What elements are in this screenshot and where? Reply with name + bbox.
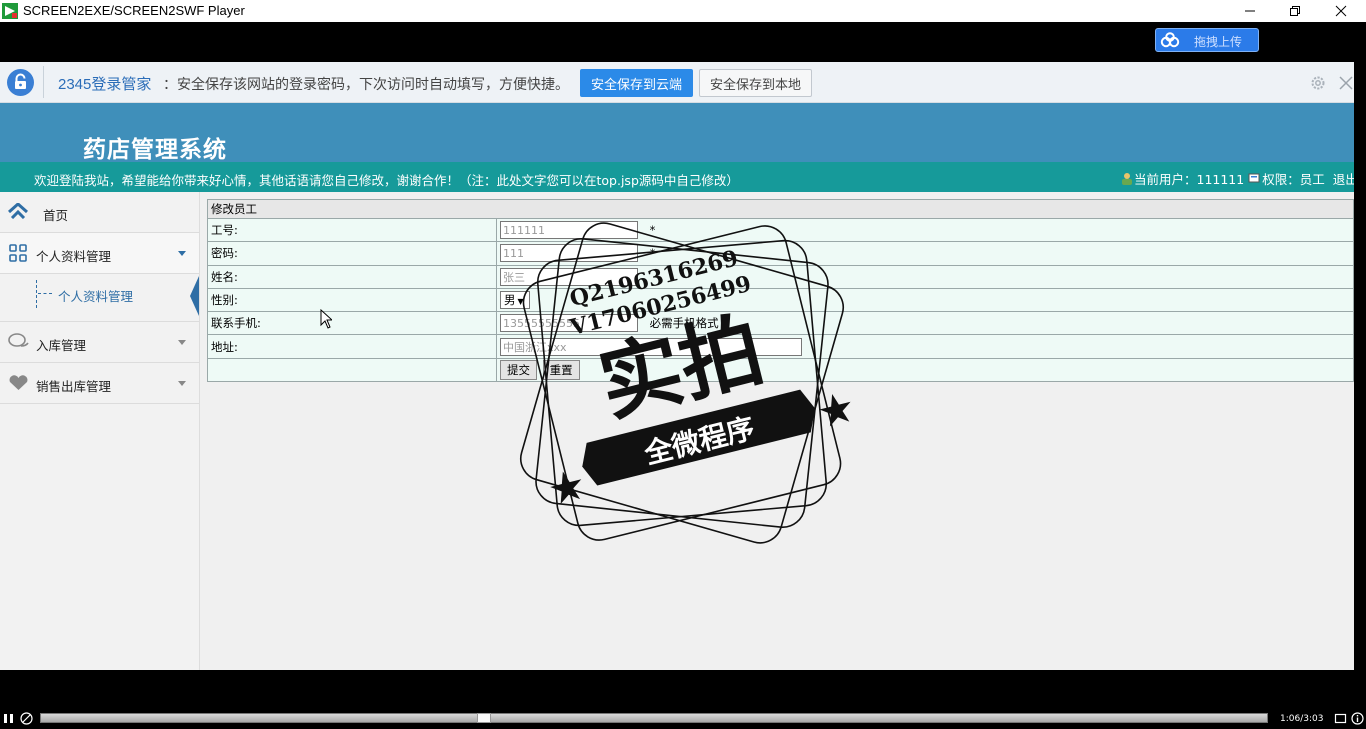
- password-manager-brand: 2345登录管家: [58, 76, 152, 93]
- restore-button[interactable]: [1272, 0, 1318, 22]
- chevron-down-icon: ▼: [517, 297, 524, 307]
- sidebar-subitem-personal[interactable]: 个人资料管理: [0, 274, 199, 322]
- close-icon[interactable]: [1338, 75, 1354, 91]
- sidebar-subitem-label: 个人资料管理: [58, 289, 134, 304]
- empty-cell: [207, 357, 497, 383]
- user-info: 当前用户：111111 权限：员工 退出: [1120, 169, 1358, 188]
- permission: 权限：员工: [1262, 172, 1325, 187]
- app-icon: [2, 3, 18, 19]
- caret-down-icon: [178, 340, 186, 345]
- edit-employee-form: 修改员工 工号: * 密码: * 姓名: 性别: 男▼ 联系手机: 必需手机格式: [207, 199, 1354, 383]
- lock-icon: [7, 69, 34, 96]
- active-arrow-icon: [190, 276, 199, 316]
- address-input[interactable]: [500, 337, 802, 356]
- label-id: 工号:: [207, 217, 497, 243]
- sidebar-item-label: 入库管理: [36, 338, 87, 353]
- save-to-local-button[interactable]: 安全保存到本地: [699, 69, 812, 97]
- player-top-band: [0, 22, 1354, 62]
- caret-down-icon: [178, 251, 186, 256]
- info-icon[interactable]: [1351, 712, 1364, 725]
- divider: [43, 66, 44, 98]
- caret-down-icon: [178, 381, 186, 386]
- tree-line: [36, 280, 38, 308]
- label-password: 密码:: [207, 241, 497, 266]
- sidebar-item-personal[interactable]: 个人资料管理: [0, 233, 199, 274]
- window-title: SCREEN2EXE/SCREEN2SWF Player: [23, 3, 245, 18]
- timecode: 1:06/3:03: [1280, 714, 1324, 724]
- password-manager-message: ：安全保存该网站的登录密码，下次访问时自动填写，方便快捷。: [163, 76, 569, 92]
- app-title: 药店管理系统: [83, 137, 227, 163]
- phone-hint: 必需手机格式: [649, 315, 719, 330]
- reset-button[interactable]: 重置: [542, 359, 580, 380]
- sidebar-item-label: 销售出库管理: [36, 379, 112, 394]
- sidebar-item-label: 首页: [43, 208, 69, 223]
- fullscreen-icon[interactable]: [1334, 712, 1347, 725]
- user-icon: [1122, 173, 1132, 185]
- pause-icon[interactable]: [2, 712, 15, 725]
- heart-icon: [9, 375, 28, 390]
- permission-icon: [1248, 173, 1260, 183]
- drag-upload-button[interactable]: 拖拽上传: [1155, 28, 1259, 52]
- sidebar-item-home[interactable]: 首页: [0, 192, 199, 233]
- password-input[interactable]: [500, 244, 638, 263]
- label-gender: 性别:: [207, 287, 497, 313]
- sidebar-item-inbound[interactable]: 入库管理: [0, 322, 199, 363]
- gender-value: 男: [504, 293, 516, 308]
- tree-line: [38, 293, 52, 294]
- window-titlebar: SCREEN2EXE/SCREEN2SWF Player: [0, 0, 1366, 22]
- submit-button[interactable]: 提交: [500, 359, 537, 380]
- label-name: 姓名:: [207, 264, 497, 289]
- sidebar-item-label: 个人资料管理: [36, 249, 112, 264]
- required-mark: *: [649, 245, 656, 260]
- gear-icon[interactable]: [1309, 74, 1327, 92]
- save-to-cloud-button[interactable]: 安全保存到云端: [580, 69, 693, 97]
- field-cell-phone: 必需手机格式: [496, 311, 1354, 336]
- current-user: 当前用户：111111: [1134, 172, 1245, 187]
- field-cell-gender: 男 ▼: [496, 287, 1354, 313]
- field-cell-actions: 提交 重置: [496, 357, 1354, 383]
- player-bottom-band: [0, 670, 1366, 710]
- grid-icon: [9, 244, 27, 262]
- mouse-cursor-icon: [320, 309, 332, 329]
- field-cell-name: [496, 264, 1354, 289]
- seek-thumb[interactable]: [477, 713, 492, 723]
- close-window-button[interactable]: [1318, 0, 1364, 22]
- player-right-edge: [1354, 62, 1366, 670]
- label-address: 地址:: [207, 334, 497, 359]
- mute-icon[interactable]: [20, 712, 33, 725]
- baidu-cloud-icon: [1160, 32, 1180, 48]
- field-cell-password: *: [496, 241, 1354, 266]
- phone-input[interactable]: [500, 314, 638, 333]
- form-caption: 修改员工: [207, 199, 1354, 219]
- comments-icon: [8, 333, 29, 347]
- label-phone: 联系手机:: [207, 311, 497, 336]
- required-mark: *: [649, 222, 656, 237]
- gender-select[interactable]: 男 ▼: [500, 291, 530, 310]
- seek-bar[interactable]: [40, 713, 1268, 723]
- close-icon: [1335, 5, 1347, 17]
- minimize-icon: [1245, 10, 1255, 12]
- minimize-button[interactable]: [1227, 0, 1273, 22]
- home-icon: [8, 203, 28, 219]
- welcome-text: 欢迎登陆我站，希望能给你带来好心情，其他话语请您自己修改，谢谢合作！（注：此处文…: [34, 173, 739, 188]
- name-input[interactable]: [500, 267, 638, 286]
- sidebar-item-sales[interactable]: 销售出库管理: [0, 363, 199, 404]
- upload-label: 拖拽上传: [1194, 35, 1243, 49]
- employee-id-input[interactable]: [500, 221, 638, 240]
- field-cell-id: *: [496, 217, 1354, 243]
- restore-icon: [1290, 6, 1300, 16]
- field-cell-address: [496, 334, 1354, 359]
